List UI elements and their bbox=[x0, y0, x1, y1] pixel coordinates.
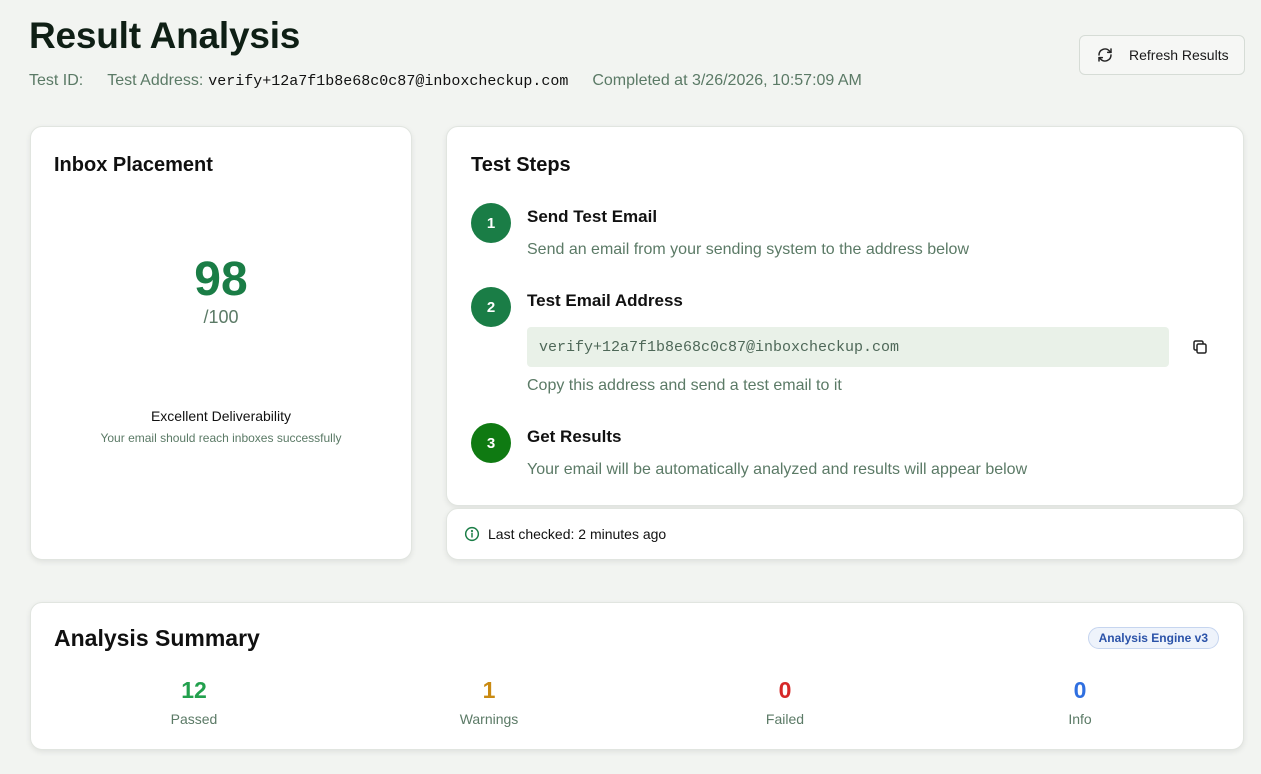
refresh-results-label: Refresh Results bbox=[1129, 47, 1229, 63]
test-email-address-field[interactable]: verify+12a7f1b8e68c0c87@inboxcheckup.com bbox=[527, 327, 1169, 367]
stat-failed-value: 0 bbox=[778, 677, 792, 703]
step-3-description: Your email will be automatically analyze… bbox=[527, 461, 1028, 478]
stat-passed: 12 Passed bbox=[74, 677, 314, 727]
info-icon bbox=[464, 526, 480, 542]
analysis-engine-badge: Analysis Engine v3 bbox=[1087, 627, 1219, 649]
copy-icon[interactable] bbox=[1191, 338, 1209, 356]
test-steps-title: Test Steps bbox=[471, 154, 571, 176]
stat-warnings-label: Warnings bbox=[459, 711, 519, 727]
stat-info: 0 Info bbox=[960, 677, 1200, 727]
analysis-summary-title: Analysis Summary bbox=[54, 625, 260, 651]
refresh-icon bbox=[1097, 47, 1113, 63]
page-title: Result Analysis bbox=[29, 15, 301, 56]
completed-timestamp: Completed at 3/26/2026, 10:57:09 AM bbox=[592, 72, 862, 89]
stat-warnings: 1 Warnings bbox=[369, 677, 609, 727]
step-1-number: 1 bbox=[471, 203, 511, 243]
stat-passed-value: 12 bbox=[181, 677, 207, 703]
stat-passed-label: Passed bbox=[170, 711, 218, 727]
step-3-title: Get Results bbox=[527, 427, 622, 446]
inbox-score: 98 bbox=[194, 253, 248, 306]
stat-failed: 0 Failed bbox=[665, 677, 905, 727]
deliverability-description: Your email should reach inboxes successf… bbox=[100, 431, 342, 445]
stat-info-label: Info bbox=[1068, 711, 1092, 727]
step-1-description: Send an email from your sending system t… bbox=[527, 241, 970, 258]
last-checked-text: Last checked: 2 minutes ago bbox=[488, 526, 667, 542]
step-2-description: Copy this address and send a test email … bbox=[527, 377, 842, 394]
result-analysis-page: Result Analysis Test ID: Test Address: v… bbox=[0, 0, 1261, 774]
test-address-value: verify+12a7f1b8e68c0c87@inboxcheckup.com bbox=[208, 72, 569, 90]
step-3-number: 3 bbox=[471, 423, 511, 463]
last-checked-row: Last checked: 2 minutes ago bbox=[464, 509, 666, 559]
stat-warnings-value: 1 bbox=[482, 677, 496, 703]
deliverability-verdict: Excellent Deliverability bbox=[150, 408, 292, 424]
refresh-results-button[interactable]: Refresh Results bbox=[1079, 35, 1245, 75]
inbox-score-max: /100 bbox=[203, 307, 239, 327]
step-1-title: Send Test Email bbox=[527, 207, 658, 226]
inbox-placement-card: Inbox Placement 98 /100 Excellent Delive… bbox=[30, 126, 412, 560]
test-address-label: Test Address: bbox=[107, 72, 204, 89]
test-id-label: Test ID: bbox=[29, 72, 84, 89]
last-checked-bar: Last checked: 2 minutes ago bbox=[446, 508, 1244, 560]
test-steps-card: Test Steps 1 Send Test Email Send an ema… bbox=[446, 126, 1244, 506]
stat-failed-label: Failed bbox=[765, 711, 805, 727]
step-2-number: 2 bbox=[471, 287, 511, 327]
step-2-title: Test Email Address bbox=[527, 291, 683, 310]
test-meta: Test ID: Test Address: verify+12a7f1b8e6… bbox=[29, 71, 862, 91]
analysis-summary-card: Analysis Summary Analysis Engine v3 12 P… bbox=[30, 602, 1244, 750]
stat-info-value: 0 bbox=[1073, 677, 1087, 703]
inbox-placement-title: Inbox Placement bbox=[54, 154, 213, 176]
